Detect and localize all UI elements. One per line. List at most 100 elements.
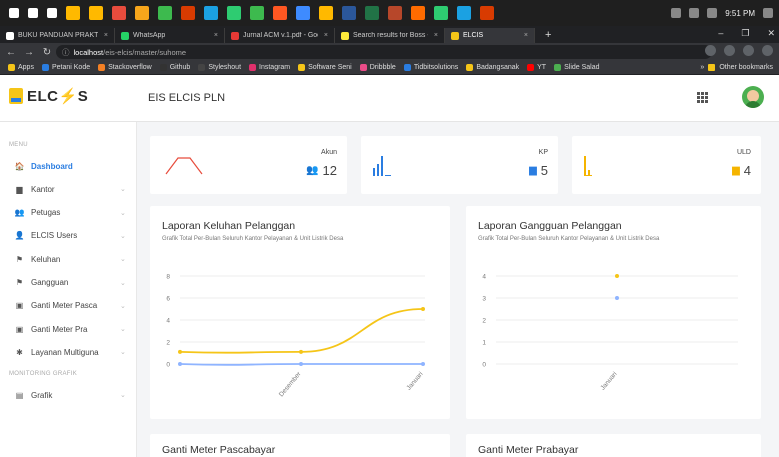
back-icon[interactable]: ← xyxy=(4,47,18,58)
keyboard-icon[interactable] xyxy=(707,8,718,18)
app9-icon[interactable] xyxy=(296,6,310,20)
sidebar-item-label: Ganti Meter Pasca xyxy=(31,301,98,311)
sidebar-item-label: Dashboard xyxy=(31,161,73,171)
notification-icon[interactable] xyxy=(763,8,773,18)
browser-tab[interactable]: WhatsApp × xyxy=(115,28,225,43)
reload-icon[interactable]: ↻ xyxy=(40,47,54,58)
bookmark-item[interactable]: Instagram xyxy=(249,64,290,71)
sparkline-icon xyxy=(165,157,203,175)
extension-icon[interactable] xyxy=(743,45,754,56)
browser-toolbar: ← → ↻ ⓘ localhost /eis-elcis/master/suho… xyxy=(0,43,779,61)
sidebar-item-ganti-meter-pasca[interactable]: ▣ Ganti Meter Pasca ⌄ xyxy=(0,297,137,315)
tab-close-icon[interactable]: × xyxy=(104,32,108,39)
sidebar-item-label: Keluhan xyxy=(31,254,61,264)
explorer-icon[interactable] xyxy=(89,6,103,20)
apps-grid-icon[interactable] xyxy=(697,92,708,103)
app15-icon[interactable] xyxy=(434,6,448,20)
sidebar-item-ganti-meter-pra[interactable]: ▣ Ganti Meter Pra ⌄ xyxy=(0,320,137,338)
data-point[interactable] xyxy=(178,349,182,354)
y-tick-label: 4 xyxy=(482,274,486,281)
app17-icon[interactable] xyxy=(480,6,494,20)
app7-icon[interactable] xyxy=(250,6,264,20)
app3-icon[interactable] xyxy=(158,6,172,20)
data-point[interactable] xyxy=(178,362,182,366)
tab-close-icon[interactable]: × xyxy=(324,32,328,39)
avatar[interactable] xyxy=(742,86,764,108)
sidebar-item-kantor[interactable]: ▆ Kantor ⌄ xyxy=(0,180,137,198)
address-bar[interactable]: ⓘ localhost /eis-elcis/master/suhome xyxy=(56,45,712,59)
chart-icon: ▤ xyxy=(15,390,24,400)
windows-icon[interactable] xyxy=(9,8,19,18)
app14-icon[interactable] xyxy=(411,6,425,20)
bookmark-label: Petani Kode xyxy=(51,64,91,71)
tab-close-icon[interactable]: × xyxy=(214,32,218,39)
profile-icon[interactable] xyxy=(762,45,773,56)
logo[interactable]: ELC⚡S xyxy=(9,87,88,105)
sidebar-item-dashboard[interactable]: 🏠 Dashboard xyxy=(0,157,137,175)
other-bookmarks[interactable]: Other bookmarks xyxy=(719,64,773,71)
sidebar: MENU MONITORING GRAFIK 🏠 Dashboard ▆ Kantor… xyxy=(0,122,137,457)
browser-tab[interactable]: ELCIS × xyxy=(445,28,535,43)
sidebar-item-keluhan[interactable]: ⚑ Keluhan ⌄ xyxy=(0,250,137,268)
app11-icon[interactable] xyxy=(342,6,356,20)
data-point[interactable] xyxy=(299,349,303,354)
meter-icon: ▣ xyxy=(15,301,24,311)
bookmark-item[interactable]: Apps xyxy=(8,64,34,71)
browser-tab[interactable]: BUKU PANDUAN PRAKTEK KEI × xyxy=(0,28,115,43)
clock[interactable]: 9:51 PM xyxy=(725,9,755,18)
bookmark-icon xyxy=(403,64,411,71)
app1-icon[interactable] xyxy=(112,6,126,20)
key-icon[interactable] xyxy=(705,45,716,56)
app6-icon[interactable] xyxy=(227,6,241,20)
app5-icon[interactable] xyxy=(204,6,218,20)
bookmark-item[interactable]: Tidbitsolutions xyxy=(403,64,458,71)
sidebar-item-grafik[interactable]: ▤ Grafik ⌄ xyxy=(0,386,137,404)
browser-tab[interactable]: Jurnal ACM v.1.pdf - Google D × xyxy=(225,28,335,43)
new-tab-button[interactable]: + xyxy=(545,29,551,41)
data-point[interactable] xyxy=(615,274,619,278)
bookmark-item[interactable]: Stackoverflow xyxy=(98,64,152,71)
app16-icon[interactable] xyxy=(457,6,471,20)
bookmark-item[interactable]: Dribbble xyxy=(359,64,396,71)
forward-icon[interactable]: → xyxy=(22,47,36,58)
app8-icon[interactable] xyxy=(273,6,287,20)
stat-label: Akun xyxy=(321,149,337,156)
info-icon[interactable]: ⓘ xyxy=(62,47,70,58)
tab-close-icon[interactable]: × xyxy=(434,32,438,39)
app12-icon[interactable] xyxy=(365,6,379,20)
minimize-icon[interactable]: – xyxy=(718,28,723,39)
network-icon[interactable] xyxy=(671,8,682,18)
data-point[interactable] xyxy=(615,296,619,300)
sidebar-item-gangguan[interactable]: ⚑ Gangguan ⌄ xyxy=(0,274,137,292)
app13-icon[interactable] xyxy=(388,6,402,20)
stat-card-uld: ULD ▆ 4 xyxy=(572,136,761,194)
volume-icon[interactable] xyxy=(689,8,700,18)
data-point[interactable] xyxy=(421,307,425,311)
close-icon[interactable]: ✕ xyxy=(767,28,775,39)
app2-icon[interactable] xyxy=(135,6,149,20)
bookmark-item[interactable]: Github xyxy=(159,64,190,71)
maximize-icon[interactable]: ❐ xyxy=(741,28,749,39)
store-icon[interactable] xyxy=(66,6,80,20)
sidebar-item-layanan-multiguna[interactable]: ✱ Layanan Multiguna ⌄ xyxy=(0,343,137,361)
bookmark-item[interactable]: YT xyxy=(527,64,546,71)
more-bookmarks-icon[interactable]: » xyxy=(700,64,704,71)
tab-close-icon[interactable]: × xyxy=(524,32,528,39)
cortana-icon[interactable] xyxy=(28,8,38,18)
task-view-icon[interactable] xyxy=(47,8,57,18)
tab-label: BUKU PANDUAN PRAKTEK KEI xyxy=(18,32,98,39)
sidebar-item-label: Ganti Meter Pra xyxy=(31,324,88,334)
bookmark-item[interactable]: Slide Salad xyxy=(554,64,600,71)
data-point[interactable] xyxy=(299,362,303,366)
sidebar-item-petugas[interactable]: 👥 Petugas ⌄ xyxy=(0,204,137,222)
bookmark-item[interactable]: Badangsanak xyxy=(466,64,519,71)
bookmark-item[interactable]: Software Seni xyxy=(298,64,352,71)
browser-tab[interactable]: Search results for Boss - Flatic × xyxy=(335,28,445,43)
bookmark-item[interactable]: Styleshout xyxy=(198,64,241,71)
app4-icon[interactable] xyxy=(181,6,195,20)
app10-icon[interactable] xyxy=(319,6,333,20)
bookmark-item[interactable]: Petani Kode xyxy=(41,64,91,71)
data-point[interactable] xyxy=(421,362,425,366)
sidebar-item-elcis-users[interactable]: 👤 ELCIS Users ⌄ xyxy=(0,227,137,245)
star-icon[interactable] xyxy=(724,45,735,56)
